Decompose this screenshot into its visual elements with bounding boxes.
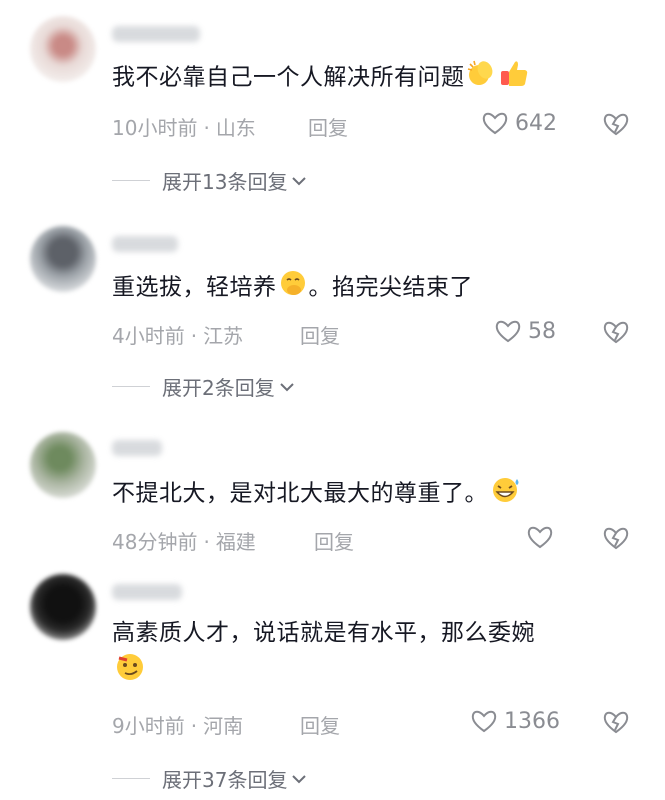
- comment-text: 高素质人才，说话就是有水平，那么委婉: [112, 616, 632, 692]
- grinning-sweat-face-icon: [489, 474, 523, 514]
- comment-meta: 9小时前 · 河南: [112, 714, 244, 738]
- divider: [112, 179, 150, 182]
- reply-button[interactable]: 回复: [300, 710, 340, 739]
- username[interactable]: [112, 584, 182, 600]
- comment-text-body: 不提北大，是对北大最大的尊重了。: [112, 480, 488, 507]
- like-button[interactable]: 642: [481, 110, 557, 136]
- expand-replies-button[interactable]: 展开37条回复: [112, 764, 307, 793]
- avatar[interactable]: [30, 16, 96, 82]
- chevron-down-icon: [292, 774, 307, 783]
- comment-text-part: 。掐完尖结束了: [308, 274, 473, 301]
- like-button[interactable]: 1366: [470, 708, 560, 734]
- avatar[interactable]: [30, 432, 96, 498]
- comment-text: 不提北大，是对北大最大的尊重了。: [112, 474, 524, 514]
- comment-location: 山东: [215, 116, 256, 140]
- broken-heart-icon: [603, 113, 629, 136]
- expand-replies-label: 展开13条回复: [162, 170, 288, 194]
- expand-replies-button[interactable]: 展开2条回复: [112, 372, 295, 401]
- divider: [112, 777, 150, 780]
- username[interactable]: [112, 26, 200, 42]
- heart-icon: [495, 320, 521, 343]
- thumbs-up-icon: [498, 58, 530, 98]
- comment-time: 48分钟前: [112, 530, 198, 554]
- comment-meta: 48分钟前 · 福建: [112, 530, 256, 554]
- clapping-hands-icon: [466, 58, 496, 98]
- comment-text: 我不必靠自己一个人解决所有问题: [112, 58, 531, 98]
- comment-location: 江苏: [203, 324, 244, 348]
- like-count: 642: [515, 110, 557, 136]
- divider: [112, 385, 150, 388]
- expand-replies-button[interactable]: 展开13条回复: [112, 166, 307, 195]
- expand-replies-label: 展开2条回复: [162, 376, 275, 400]
- reply-button[interactable]: 回复: [314, 526, 354, 555]
- comment-location: 福建: [215, 530, 256, 554]
- comment-location: 河南: [203, 714, 244, 738]
- comment-text-body: 高素质人才，说话就是有水平，那么委婉: [112, 620, 535, 646]
- chevron-down-icon: [280, 382, 294, 391]
- avatar[interactable]: [30, 226, 96, 292]
- broken-heart-icon: [603, 321, 629, 344]
- like-count: 1366: [504, 708, 560, 734]
- heart-icon: [527, 526, 553, 549]
- comment-text: 重选拔，轻培养 。掐完尖结束了: [112, 268, 473, 308]
- like-button[interactable]: [526, 524, 560, 550]
- username[interactable]: [112, 236, 178, 252]
- comment-text-part: 重选拔，轻培养: [112, 274, 277, 301]
- hand-over-mouth-face-icon: [278, 268, 308, 308]
- avatar[interactable]: [30, 574, 96, 640]
- comment-time: 4小时前: [112, 324, 185, 348]
- comment-meta: 10小时前 · 山东: [112, 116, 256, 140]
- smug-face-icon: [113, 650, 147, 692]
- expand-replies-label: 展开37条回复: [162, 768, 288, 792]
- broken-heart-icon: [603, 711, 629, 734]
- comment-text-body: 我不必靠自己一个人解决所有问题: [112, 64, 465, 91]
- heart-icon: [482, 112, 508, 135]
- heart-icon: [471, 710, 497, 733]
- like-count: 58: [528, 318, 556, 344]
- reply-button[interactable]: 回复: [308, 112, 348, 141]
- chevron-down-icon: [292, 176, 307, 185]
- broken-heart-icon: [603, 527, 629, 550]
- like-button[interactable]: 58: [494, 318, 556, 344]
- username[interactable]: [112, 440, 162, 456]
- comment-time: 10小时前: [112, 116, 198, 140]
- dislike-button[interactable]: [602, 709, 630, 739]
- dislike-button[interactable]: [602, 525, 630, 555]
- comment-time: 9小时前: [112, 714, 185, 738]
- comment-meta: 4小时前 · 江苏: [112, 324, 244, 348]
- reply-button[interactable]: 回复: [300, 320, 340, 349]
- dislike-button[interactable]: [602, 111, 630, 141]
- dislike-button[interactable]: [602, 319, 630, 349]
